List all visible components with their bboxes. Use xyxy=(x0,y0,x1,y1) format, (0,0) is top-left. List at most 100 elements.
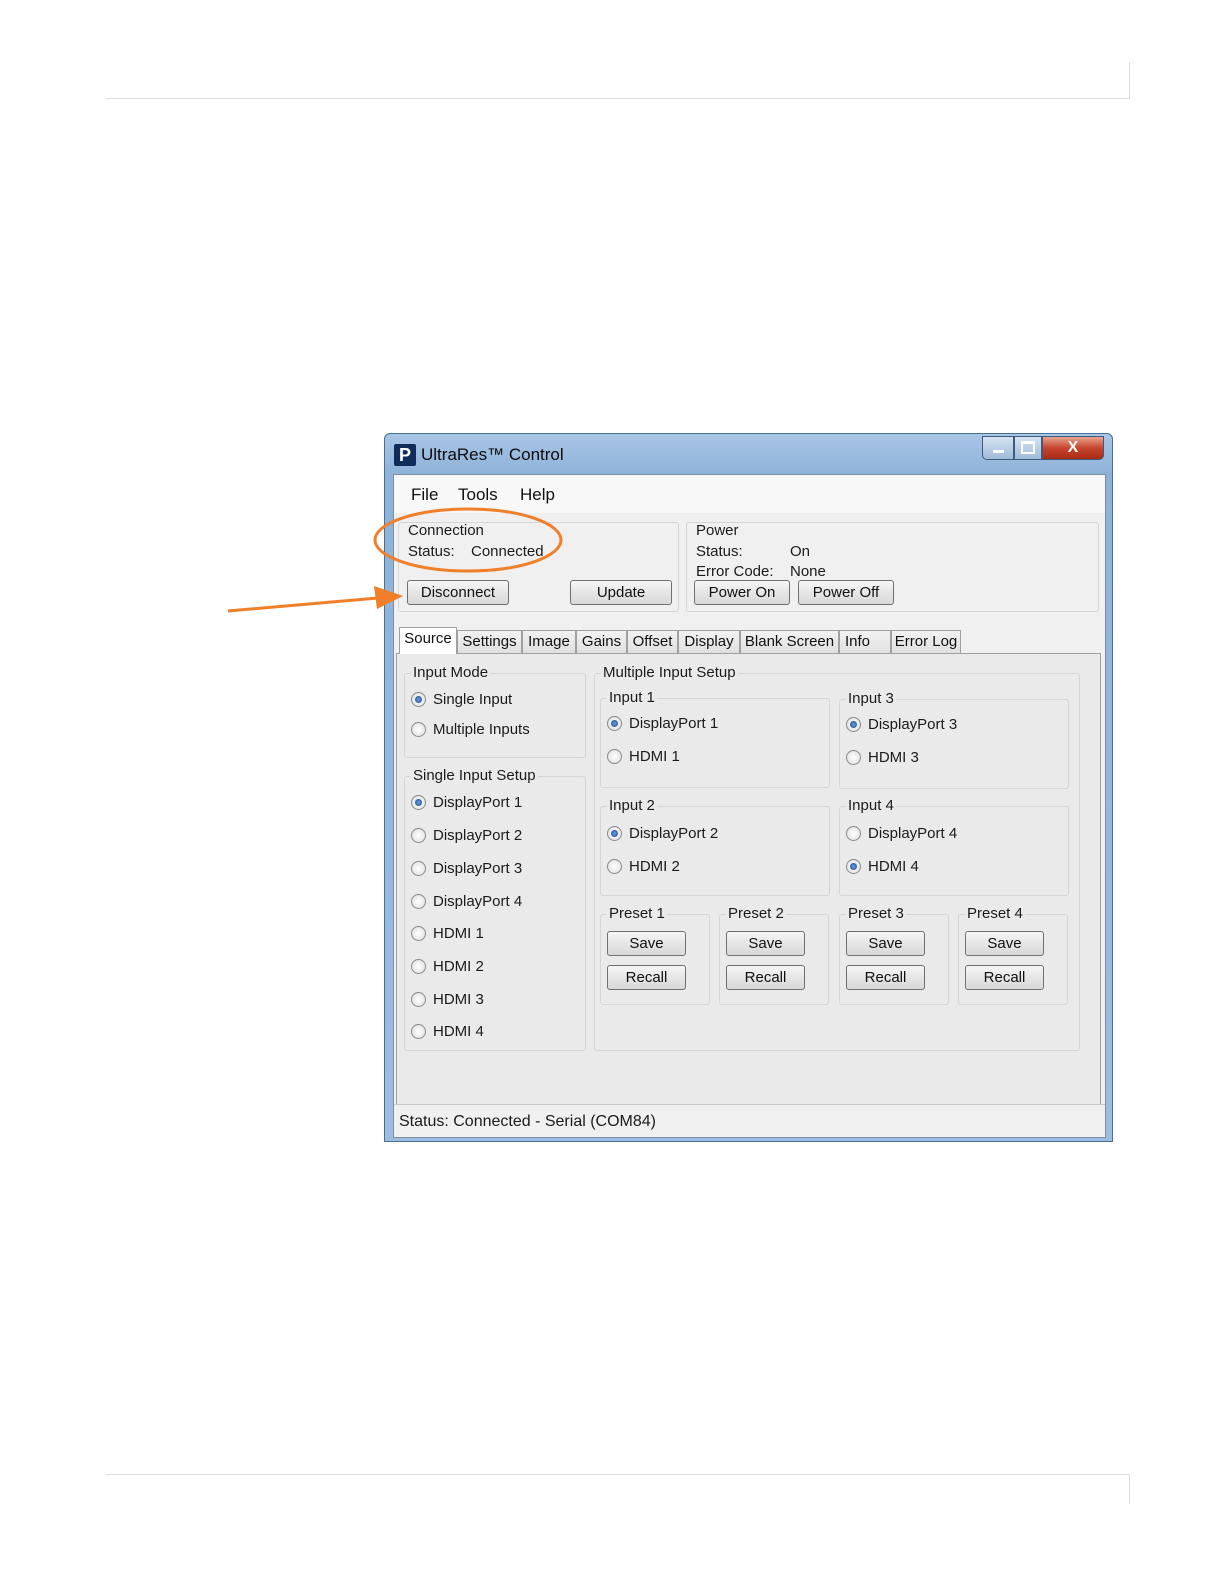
radio-unchecked-icon xyxy=(411,1024,426,1039)
close-icon: X xyxy=(1067,439,1079,456)
input-4-group: Input 4 DisplayPort 4 HDMI 4 xyxy=(839,797,1069,896)
radio-single-input[interactable]: Single Input xyxy=(411,691,512,708)
radio-input-2-displayport-2[interactable]: DisplayPort 2 xyxy=(607,825,718,842)
tab-error-log[interactable]: Error Log xyxy=(891,630,961,653)
preset-4-recall-button[interactable]: Recall xyxy=(965,965,1044,990)
radio-unchecked-icon xyxy=(411,828,426,843)
input-2-group: Input 2 DisplayPort 2 HDMI 2 xyxy=(600,797,830,896)
radio-single-displayport-4[interactable]: DisplayPort 4 xyxy=(411,893,522,910)
window-client-area: File Tools Help Connection Status: Conne… xyxy=(393,474,1106,1138)
radio-input-1-displayport-1[interactable]: DisplayPort 1 xyxy=(607,715,718,732)
radio-input-3-displayport-3[interactable]: DisplayPort 3 xyxy=(846,716,957,733)
app-window: P UltraRes™ Control X File Tools Help Co… xyxy=(384,433,1113,1142)
preset-4-group: Preset 4 Save Recall xyxy=(958,905,1068,1005)
preset-4-save-button[interactable]: Save xyxy=(965,931,1044,956)
input-2-label: Input 2 xyxy=(607,797,657,814)
tab-blank-screen[interactable]: Blank Screen xyxy=(740,630,839,653)
power-group: Power Status: On Error Code: None Power … xyxy=(686,522,1099,612)
radio-unchecked-icon xyxy=(411,722,426,737)
tab-gains[interactable]: Gains xyxy=(576,630,627,653)
page-header-rule xyxy=(106,98,1130,99)
radio-label: HDMI 2 xyxy=(629,858,680,875)
radio-single-hdmi-3[interactable]: HDMI 3 xyxy=(411,991,484,1008)
tab-info[interactable]: Info xyxy=(839,630,891,653)
radio-label: DisplayPort 1 xyxy=(433,794,523,811)
input-4-label: Input 4 xyxy=(846,797,896,814)
radio-checked-icon xyxy=(607,716,622,731)
radio-single-displayport-3[interactable]: DisplayPort 3 xyxy=(411,860,522,877)
radio-unchecked-icon xyxy=(607,859,622,874)
input-1-group: Input 1 DisplayPort 1 HDMI 1 xyxy=(600,689,830,788)
maximize-icon xyxy=(1021,441,1035,454)
preset-2-group: Preset 2 Save Recall xyxy=(719,905,829,1005)
radio-label: HDMI 1 xyxy=(629,748,680,765)
radio-label: Multiple Inputs xyxy=(433,721,530,738)
radio-label: DisplayPort 3 xyxy=(433,860,523,877)
menu-bar: File Tools Help xyxy=(394,475,1105,513)
maximize-button[interactable] xyxy=(1014,436,1042,460)
radio-unchecked-icon xyxy=(607,749,622,764)
page-footer-rule xyxy=(106,1474,1130,1475)
title-bar[interactable]: P UltraRes™ Control X xyxy=(385,434,1112,474)
input-mode-group: Input Mode Single Input Multiple Inputs xyxy=(404,664,586,758)
radio-checked-icon xyxy=(411,795,426,810)
radio-label: HDMI 3 xyxy=(433,991,484,1008)
window-title: UltraRes™ Control xyxy=(421,445,564,464)
preset-3-label: Preset 3 xyxy=(846,905,906,922)
power-status-label: Status: xyxy=(696,543,743,560)
radio-label: DisplayPort 4 xyxy=(433,893,523,910)
tab-image[interactable]: Image xyxy=(522,630,576,653)
radio-input-4-hdmi-4[interactable]: HDMI 4 xyxy=(846,858,919,875)
input-1-label: Input 1 xyxy=(607,689,657,706)
menu-help[interactable]: Help xyxy=(520,485,555,505)
power-status-value: On xyxy=(790,543,811,560)
radio-input-4-displayport-4[interactable]: DisplayPort 4 xyxy=(846,825,957,842)
radio-single-displayport-2[interactable]: DisplayPort 2 xyxy=(411,827,522,844)
radio-multiple-inputs[interactable]: Multiple Inputs xyxy=(411,721,530,738)
menu-tools[interactable]: Tools xyxy=(458,485,498,505)
input-3-group: Input 3 DisplayPort 3 HDMI 3 xyxy=(839,690,1069,789)
minimize-button[interactable] xyxy=(982,436,1014,460)
preset-1-save-button[interactable]: Save xyxy=(607,931,686,956)
radio-unchecked-icon xyxy=(846,826,861,841)
radio-single-hdmi-1[interactable]: HDMI 1 xyxy=(411,925,484,942)
tab-source[interactable]: Source xyxy=(399,627,457,654)
preset-1-recall-button[interactable]: Recall xyxy=(607,965,686,990)
callout-arrow-shaft xyxy=(227,596,379,613)
preset-2-recall-button[interactable]: Recall xyxy=(726,965,805,990)
preset-3-recall-button[interactable]: Recall xyxy=(846,965,925,990)
radio-input-3-hdmi-3[interactable]: HDMI 3 xyxy=(846,749,919,766)
radio-input-2-hdmi-2[interactable]: HDMI 2 xyxy=(607,858,680,875)
radio-label: DisplayPort 2 xyxy=(433,827,523,844)
menu-file[interactable]: File xyxy=(411,485,438,505)
window-controls: X xyxy=(982,436,1104,462)
radio-label: Single Input xyxy=(433,691,513,708)
preset-3-save-button[interactable]: Save xyxy=(846,931,925,956)
close-button[interactable]: X xyxy=(1042,436,1104,460)
radio-label: DisplayPort 2 xyxy=(629,825,719,842)
radio-single-hdmi-2[interactable]: HDMI 2 xyxy=(411,958,484,975)
input-3-label: Input 3 xyxy=(846,690,896,707)
minimize-icon xyxy=(992,450,1004,453)
radio-checked-icon xyxy=(411,692,426,707)
radio-label: HDMI 1 xyxy=(433,925,484,942)
page-header-rule-tick xyxy=(1129,62,1130,99)
radio-label: HDMI 4 xyxy=(868,858,919,875)
preset-3-group: Preset 3 Save Recall xyxy=(839,905,949,1005)
tab-display[interactable]: Display xyxy=(678,630,740,653)
power-off-button[interactable]: Power Off xyxy=(798,580,894,605)
radio-single-displayport-1[interactable]: DisplayPort 1 xyxy=(411,794,522,811)
radio-single-hdmi-4[interactable]: HDMI 4 xyxy=(411,1023,484,1040)
radio-checked-icon xyxy=(846,717,861,732)
radio-input-1-hdmi-1[interactable]: HDMI 1 xyxy=(607,748,680,765)
single-input-setup-group: Single Input Setup DisplayPort 1 Display… xyxy=(404,767,586,1051)
radio-label: HDMI 4 xyxy=(433,1023,484,1040)
tab-offset[interactable]: Offset xyxy=(627,630,678,653)
tab-settings[interactable]: Settings xyxy=(457,630,522,653)
preset-1-group: Preset 1 Save Recall xyxy=(600,905,710,1005)
radio-unchecked-icon xyxy=(846,750,861,765)
preset-2-label: Preset 2 xyxy=(726,905,786,922)
preset-2-save-button[interactable]: Save xyxy=(726,931,805,956)
power-on-button[interactable]: Power On xyxy=(694,580,790,605)
single-input-setup-label: Single Input Setup xyxy=(411,767,538,784)
